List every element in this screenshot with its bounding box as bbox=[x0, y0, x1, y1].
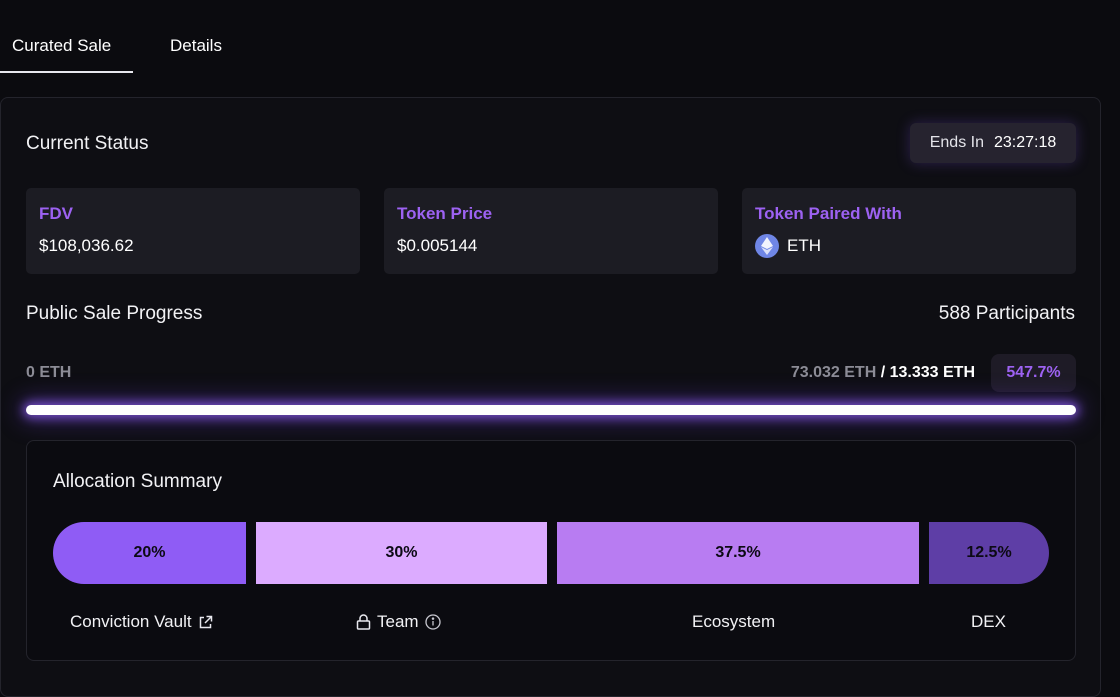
ecosystem-label: Ecosystem bbox=[692, 612, 776, 631]
sale-panel: Current Status Ends In 23:27:18 FDV $108… bbox=[0, 97, 1101, 697]
paired-token-value: ETH bbox=[787, 236, 821, 255]
dex-label: DEX bbox=[971, 612, 1006, 631]
raised-vs-goal: 73.032 ETH / 13.333 ETH bbox=[791, 364, 975, 382]
info-icon[interactable] bbox=[424, 614, 441, 630]
allocation-segment-conviction-vault: 20% bbox=[53, 522, 246, 584]
tab-bar: Curated Sale Details bbox=[0, 0, 1120, 74]
team-allocation: Team bbox=[356, 612, 441, 632]
current-status-title: Current Status bbox=[26, 133, 149, 154]
allocation-segment-dex: 12.5% bbox=[929, 522, 1049, 584]
allocation-segment-ecosystem: 37.5% bbox=[557, 522, 919, 584]
allocation-segment-team: 30% bbox=[256, 522, 547, 584]
fdv-value: $108,036.62 bbox=[39, 236, 134, 255]
token-paired-label: Token Paired With bbox=[755, 204, 902, 223]
token-paired-card: Token Paired With ETH bbox=[742, 188, 1076, 274]
raised-amount: 73.032 ETH bbox=[790, 364, 877, 381]
countdown-time: 23:27:18 bbox=[993, 134, 1057, 151]
public-sale-progress-title: Public Sale Progress bbox=[26, 303, 203, 324]
progress-bar-fill bbox=[26, 405, 1076, 415]
progress-percent-badge: 547.7% bbox=[991, 354, 1076, 392]
countdown-badge: Ends In 23:27:18 bbox=[910, 123, 1076, 163]
conviction-vault-link[interactable]: Conviction Vault bbox=[70, 612, 213, 632]
allocation-summary-title: Allocation Summary bbox=[53, 471, 222, 492]
tab-details[interactable]: Details bbox=[170, 36, 222, 56]
fdv-label: FDV bbox=[39, 204, 73, 223]
token-price-card: Token Price $0.005144 bbox=[384, 188, 718, 274]
token-price-value: $0.005144 bbox=[397, 236, 478, 255]
ethereum-icon bbox=[755, 234, 779, 258]
ends-in-label: Ends In bbox=[929, 134, 984, 151]
participants-count: 588 Participants bbox=[938, 303, 1075, 324]
paired-token: ETH bbox=[755, 234, 821, 258]
lock-icon bbox=[356, 614, 371, 630]
progress-bar bbox=[26, 405, 1076, 415]
token-price-label: Token Price bbox=[397, 204, 493, 223]
goal-separator: / bbox=[876, 364, 890, 381]
team-label: Team bbox=[377, 612, 419, 631]
fdv-card: FDV $108,036.62 bbox=[26, 188, 360, 274]
tab-curated-sale[interactable]: Curated Sale bbox=[12, 36, 111, 56]
goal-amount: 13.333 ETH bbox=[889, 364, 975, 381]
progress-start-value: 0 ETH bbox=[26, 364, 72, 381]
active-tab-indicator bbox=[0, 71, 133, 73]
allocation-summary: Allocation Summary 20% 30% 37.5% 12.5% C… bbox=[26, 440, 1076, 661]
conviction-vault-label: Conviction Vault bbox=[70, 612, 192, 631]
external-link-icon[interactable] bbox=[198, 615, 213, 630]
